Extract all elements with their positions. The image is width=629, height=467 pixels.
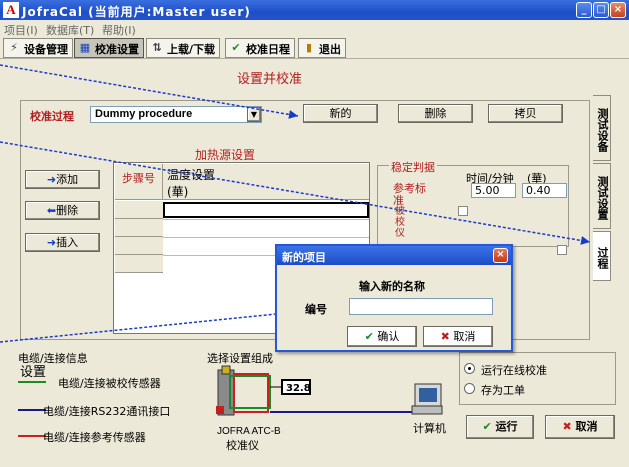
annotation-arrows [0,64,591,343]
dialog-title: 新的项目 [282,251,326,264]
number-label: 编号 [305,303,327,316]
dialog-title-bar: 新的项目 × [277,246,511,265]
dialog-close-icon[interactable]: × [493,248,508,263]
number-input[interactable] [349,298,493,315]
dialog-ok-button[interactable]: ✔ 确认 [347,326,417,347]
dialog-prompt: 输入新的名称 [359,280,425,293]
dialog-cancel-button[interactable]: ✖ 取消 [423,326,493,347]
new-item-dialog: 新的项目 × 输入新的名称 编号 ✔ 确认 ✖ 取消 [275,244,513,352]
